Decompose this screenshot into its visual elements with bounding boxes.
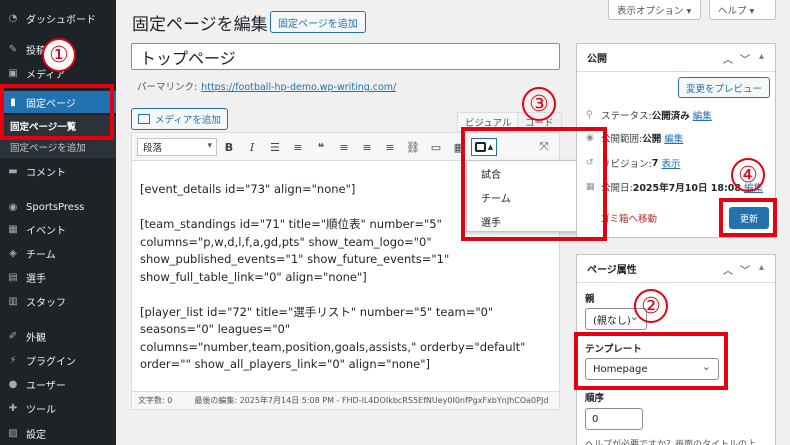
plugin-icon: ⚡	[9, 354, 17, 366]
media-icon	[138, 114, 150, 124]
sidebar-item-11[interactable]: ⚡ プラグイン	[0, 349, 116, 371]
italic-icon[interactable]: I	[243, 138, 261, 156]
publish-title: 公開	[587, 54, 607, 65]
sidebar-item-label: プラグイン	[26, 356, 76, 368]
key-icon: ⚲	[586, 110, 593, 120]
dashboard-icon: ◔	[8, 12, 18, 24]
bold-icon[interactable]: B	[220, 138, 238, 156]
last-edit: 最後の編集: 2025年7月14日 5:08 PM - FHD-lL4DOIkb…	[194, 396, 549, 405]
annotation-number-4: ④	[731, 158, 765, 192]
move-to-trash-link[interactable]: ゴミ箱へ移動	[600, 211, 657, 225]
order-input[interactable]: 0	[585, 408, 643, 430]
numbered-list-icon[interactable]: ≡	[289, 138, 307, 156]
annotation-number-3: ③	[522, 87, 556, 121]
annotation-box-1	[0, 84, 114, 140]
preview-changes-button[interactable]: 変更をプレビュー	[678, 77, 771, 98]
sidebar-item-4[interactable]: ▬ コメント	[0, 160, 116, 182]
sidebar-sub-add-page[interactable]: 固定ページを追加	[0, 137, 116, 157]
editor-statusbar: 文字数: 0 最後の編集: 2025年7月14日 5:08 PM - FHD-l…	[132, 391, 559, 409]
sidebar-item-14[interactable]: ▨ 設定	[0, 422, 116, 444]
page-attributes-header: ページ属性 ︿ ﹀ ▴	[577, 255, 775, 283]
pin-icon: ✎	[8, 43, 18, 55]
page-attributes-title: ページ属性	[587, 265, 637, 276]
help-tab[interactable]: ヘルプ ▾	[709, 0, 776, 20]
brush-icon: ✐	[8, 330, 18, 342]
format-select[interactable]: 段落	[137, 138, 217, 156]
screen-options-tab[interactable]: 表示オプション ▾	[608, 0, 701, 20]
sidebar-item-9[interactable]: ▥ スタッフ	[0, 290, 116, 312]
sidebar-item-label: イベント	[26, 225, 66, 237]
bullet-list-icon[interactable]: ☰	[266, 138, 284, 156]
publish-box-header: 公開 ︿ ﹀ ▴	[577, 44, 775, 72]
permalink: パーマリンク: https://football-hp-demo.wp-writi…	[137, 79, 396, 93]
sidebar-item-label: SportsPress	[26, 201, 85, 213]
sidebar-item-label: 外観	[26, 332, 46, 344]
add-media-button[interactable]: メディアを追加	[131, 108, 228, 130]
chevron-up-icon[interactable]: ︿	[723, 51, 733, 66]
sidebar-item-label: 設定	[26, 429, 46, 441]
parent-label: 親	[585, 294, 595, 305]
sidebar-item-label: 選手	[26, 273, 46, 285]
add-page-button[interactable]: 固定ページを追加	[270, 11, 366, 33]
post-title-input[interactable]: トップページ	[131, 43, 560, 70]
player-icon: ▤	[8, 271, 18, 283]
help-text: ヘルプが必要ですか？画面のタイトルの上	[585, 440, 757, 445]
status-edit-link[interactable]: 編集	[693, 108, 712, 122]
word-count: 文字数: 0	[138, 396, 173, 405]
align-right-icon[interactable]: ≡	[381, 138, 399, 156]
sidebar-item-label: チーム	[26, 249, 56, 261]
revisions-view-link[interactable]: 表示	[661, 156, 680, 170]
wrench-icon: ✚	[8, 402, 18, 414]
sidebar-item-7[interactable]: ◈ チーム	[0, 242, 116, 264]
align-left-icon[interactable]: ≡	[335, 138, 353, 156]
chevron-up-icon[interactable]: ︿	[723, 262, 733, 277]
permalink-url[interactable]: https://football-hp-demo.wp-writing.com/	[201, 82, 396, 93]
annotation-box-3	[461, 127, 607, 241]
sidebar-item-6[interactable]: ▦ イベント	[0, 218, 116, 240]
sidebar-item-label: ダッシュボード	[26, 14, 96, 26]
add-media-label: メディアを追加	[155, 115, 221, 126]
annotation-number-1: ①	[42, 38, 76, 72]
sportspress-icon: ◉	[8, 201, 18, 213]
permalink-label: パーマリンク:	[137, 82, 198, 93]
sidebar-item-8[interactable]: ▤ 選手	[0, 266, 116, 288]
annotation-box-2	[574, 332, 728, 390]
publish-status: ⚲ ステータス: 公開済み 編集	[586, 108, 712, 122]
order-label: 順序	[585, 393, 605, 404]
annotation-number-2: ②	[634, 289, 668, 323]
sidebar-item-0[interactable]: ◔ ダッシュボード	[0, 7, 116, 29]
more-tag-icon[interactable]: ▭	[427, 138, 445, 156]
blockquote-icon[interactable]: ❝	[312, 138, 330, 156]
sidebar-item-12[interactable]: ● ユーザー	[0, 373, 116, 395]
sidebar-item-label: スタッフ	[26, 297, 66, 309]
shield-icon: ◈	[9, 247, 17, 259]
user-icon: ●	[8, 378, 18, 390]
annotation-box-4	[719, 198, 777, 237]
sidebar-item-13[interactable]: ✚ ツール	[0, 397, 116, 419]
sidebar-item-10[interactable]: ✐ 外観	[0, 325, 116, 347]
media-icon: ▣	[8, 67, 18, 79]
calendar-icon: ▦	[8, 223, 18, 235]
comment-icon: ▬	[8, 165, 18, 177]
sidebar-item-label: ユーザー	[26, 380, 66, 392]
page-title: 固定ページを編集	[132, 15, 268, 35]
staff-icon: ▥	[8, 295, 18, 307]
sidebar-item-label: コメント	[26, 167, 66, 179]
visibility-edit-link[interactable]: 編集	[664, 131, 683, 145]
align-center-icon[interactable]: ≡	[358, 138, 376, 156]
chevron-down-icon[interactable]: ﹀	[740, 51, 750, 66]
settings-icon: ▨	[8, 427, 18, 439]
sidebar-item-5[interactable]: ◉ SportsPress	[0, 196, 116, 218]
triangle-up-icon[interactable]: ▴	[759, 262, 764, 273]
chevron-down-icon[interactable]: ﹀	[740, 262, 750, 277]
sidebar-item-label: ツール	[26, 404, 56, 416]
link-icon[interactable]: ⛓	[404, 138, 422, 156]
triangle-up-icon[interactable]: ▴	[759, 51, 764, 62]
